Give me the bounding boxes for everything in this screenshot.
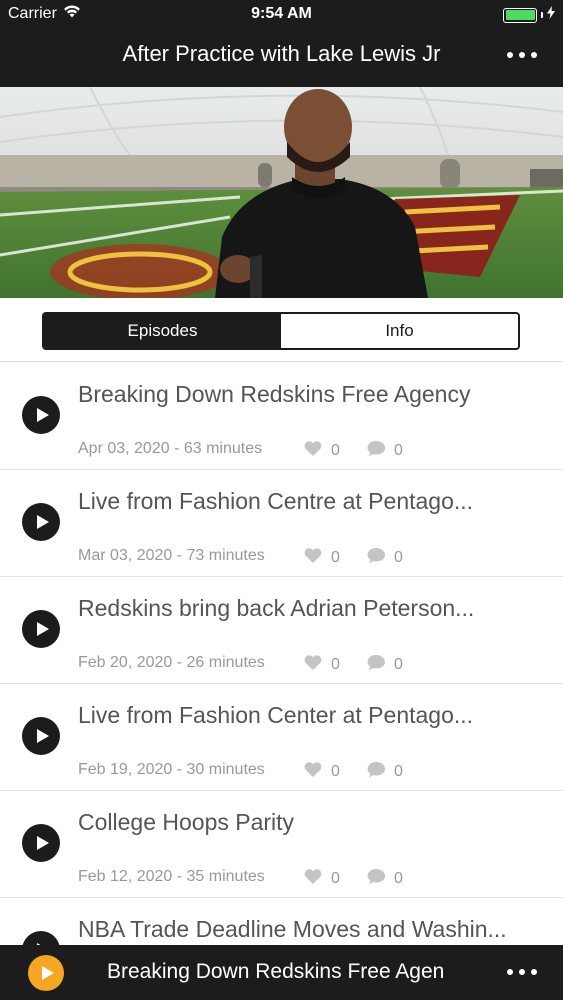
like-count: 0: [331, 869, 340, 887]
heart-icon: [303, 653, 323, 676]
like-button[interactable]: 0: [303, 867, 340, 890]
player-more-options-icon[interactable]: [507, 969, 537, 975]
comment-icon: [367, 760, 386, 783]
like-count: 0: [331, 655, 340, 673]
comment-button[interactable]: 0: [367, 653, 403, 676]
comment-count: 0: [394, 441, 403, 459]
episode-row[interactable]: Redskins bring back Adrian Peterson... F…: [0, 577, 563, 684]
charging-bolt-icon: [547, 6, 555, 24]
comment-button[interactable]: 0: [367, 867, 403, 890]
clock: 9:54 AM: [251, 5, 312, 22]
episode-row[interactable]: College Hoops Parity Feb 12, 2020 - 35 m…: [0, 791, 563, 898]
like-count: 0: [331, 548, 340, 566]
heart-icon: [303, 867, 323, 890]
play-icon[interactable]: [22, 610, 60, 648]
episode-row[interactable]: Live from Fashion Centre at Pentago... M…: [0, 470, 563, 577]
podcast-title: After Practice with Lake Lewis Jr: [122, 41, 441, 66]
like-button[interactable]: 0: [303, 653, 340, 676]
tab-bar: Episodes Info: [0, 298, 563, 362]
play-icon[interactable]: [22, 503, 60, 541]
now-playing-title[interactable]: Breaking Down Redskins Free Agen: [107, 960, 467, 984]
navigation-bar: After Practice with Lake Lewis Jr: [0, 28, 563, 87]
comment-icon: [367, 546, 386, 569]
episode-title[interactable]: NBA Trade Deadline Moves and Washin...: [78, 916, 548, 943]
episode-date-duration: Feb 19, 2020 - 30 minutes: [78, 761, 265, 778]
heart-icon: [303, 760, 323, 783]
comment-icon: [367, 867, 386, 890]
status-bar: Carrier 9:54 AM: [0, 0, 563, 28]
episode-row[interactable]: Live from Fashion Center at Pentago... F…: [0, 684, 563, 791]
episode-date-duration: Mar 03, 2020 - 73 minutes: [78, 547, 265, 564]
comment-count: 0: [394, 762, 403, 780]
episode-title[interactable]: Live from Fashion Centre at Pentago...: [78, 488, 548, 515]
play-icon[interactable]: [22, 396, 60, 434]
play-icon[interactable]: [22, 824, 60, 862]
comment-count: 0: [394, 655, 403, 673]
like-button[interactable]: 0: [303, 546, 340, 569]
episode-row[interactable]: Breaking Down Redskins Free Agency Apr 0…: [0, 363, 563, 470]
episode-list: Breaking Down Redskins Free Agency Apr 0…: [0, 363, 563, 1000]
comment-icon: [367, 439, 386, 462]
like-count: 0: [331, 762, 340, 780]
episode-title[interactable]: Redskins bring back Adrian Peterson...: [78, 595, 548, 622]
heart-icon: [303, 546, 323, 569]
like-button[interactable]: 0: [303, 760, 340, 783]
episode-title[interactable]: Live from Fashion Center at Pentago...: [78, 702, 548, 729]
battery-indicator: [503, 6, 555, 24]
episode-date-duration: Feb 20, 2020 - 26 minutes: [78, 654, 265, 671]
episode-title[interactable]: College Hoops Parity: [78, 809, 548, 836]
podcast-cover-image: [0, 87, 563, 298]
comment-count: 0: [394, 869, 403, 887]
mini-player[interactable]: Breaking Down Redskins Free Agen: [0, 945, 563, 1000]
comment-count: 0: [394, 548, 403, 566]
episode-title[interactable]: Breaking Down Redskins Free Agency: [78, 381, 548, 408]
battery-icon: [503, 7, 537, 23]
like-count: 0: [331, 441, 340, 459]
tab-episodes[interactable]: Episodes: [44, 314, 281, 348]
comment-button[interactable]: 0: [367, 439, 403, 462]
comment-button[interactable]: 0: [367, 760, 403, 783]
segmented-control: Episodes Info: [42, 312, 520, 350]
play-icon[interactable]: [22, 717, 60, 755]
episode-date-duration: Apr 03, 2020 - 63 minutes: [78, 440, 263, 457]
episode-date-duration: Feb 12, 2020 - 35 minutes: [78, 868, 265, 885]
comment-button[interactable]: 0: [367, 546, 403, 569]
comment-icon: [367, 653, 386, 676]
like-button[interactable]: 0: [303, 439, 340, 462]
mini-player-play-button[interactable]: [28, 955, 64, 991]
more-options-icon[interactable]: [507, 52, 537, 58]
tab-info[interactable]: Info: [281, 314, 518, 348]
heart-icon: [303, 439, 323, 462]
